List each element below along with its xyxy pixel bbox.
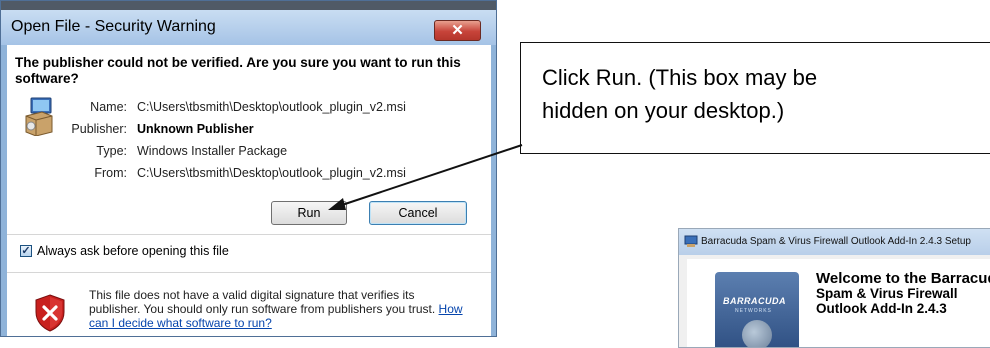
installer-window: Barracuda Spam & Virus Firewall Outlook … [678,228,990,348]
installer-body: BARRACUDA NETWORKS Welcome to the Barrac… [687,259,990,347]
installer-welcome-heading: Welcome to the Barracuda Spam & Virus Fi… [816,271,990,316]
barracuda-logo-subtext: NETWORKS [735,308,772,314]
welcome-line-2: Spam & Virus Firewall [816,286,958,301]
installer-title: Barracuda Spam & Virus Firewall Outlook … [701,236,971,247]
globe-icon [742,320,772,347]
welcome-line-1: Welcome to the Barracuda [816,270,990,287]
welcome-line-3: Outlook Add-In 2.4.3 [816,301,947,316]
installer-app-icon [684,235,698,247]
barracuda-logo-text: BARRACUDA [723,296,786,306]
